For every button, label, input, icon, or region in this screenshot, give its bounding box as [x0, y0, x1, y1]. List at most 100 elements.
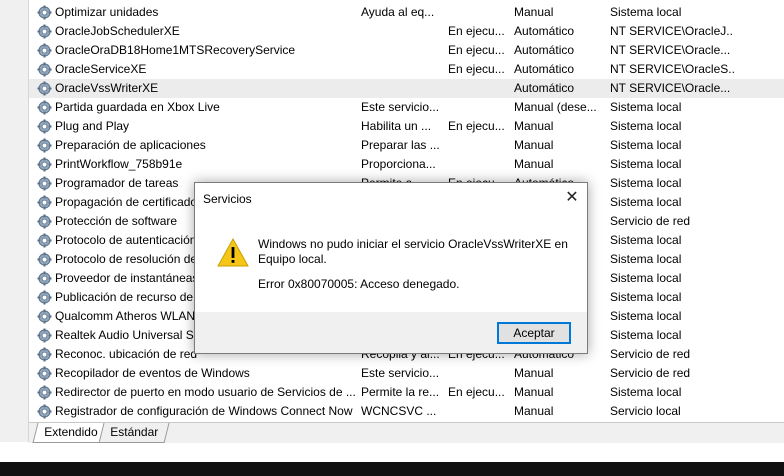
service-logon-as: Sistema local [610, 290, 682, 304]
service-name: Redirector de puerto en modo usuario de … [55, 385, 356, 399]
service-name: Optimizar unidades [55, 5, 159, 19]
service-gear-icon [37, 252, 52, 267]
service-row[interactable]: Optimizar unidades Ayuda al eq... Manual Si… [29, 3, 784, 22]
service-description: Permite la re... [361, 385, 440, 399]
dialog-footer: Aceptar [195, 312, 587, 353]
service-gear-icon [37, 43, 52, 58]
service-logon-as: Sistema local [610, 195, 682, 209]
service-row[interactable]: Preparación de aplicaciones Preparar las … [29, 136, 784, 155]
tree-pane-edge [0, 0, 29, 442]
service-row[interactable]: PrintWorkflow_758b91e Proporciona... Manua… [29, 155, 784, 174]
service-logon-as: NT SERVICE\OracleS... [610, 62, 734, 76]
service-name: Recopilador de eventos de Windows [55, 366, 250, 380]
taskbar [0, 462, 784, 476]
service-gear-icon [37, 195, 52, 210]
service-logon-as: Sistema local [610, 309, 682, 323]
service-name: PrintWorkflow_758b91e [55, 157, 183, 171]
service-logon-as: Sistema local [610, 5, 682, 19]
service-gear-icon [37, 24, 52, 39]
service-gear-icon [37, 81, 52, 96]
service-row[interactable]: Partida guardada en Xbox Live Este servic… [29, 98, 784, 117]
service-gear-icon [37, 138, 52, 153]
service-name: OracleOraDB18Home1MTSRecoveryService [55, 43, 296, 57]
service-logon-as: Servicio de red [610, 347, 691, 361]
service-logon-as: Sistema local [610, 157, 682, 171]
dialog-error-code: Error 0x80070005: Acceso denegado. [258, 277, 460, 291]
close-icon[interactable]: ✕ [557, 183, 587, 213]
dialog-title: Servicios [203, 192, 252, 206]
service-gear-icon [37, 404, 52, 419]
service-status: En ejecu... [448, 62, 505, 76]
service-logon-as: Sistema local [610, 328, 682, 342]
service-description: Este servicio... [361, 366, 440, 380]
service-name: Registrador de configuración de Windows … [55, 404, 353, 418]
service-description: Este servicio... [361, 100, 440, 114]
service-gear-icon [37, 5, 52, 20]
service-logon-as: Servicio de red [610, 214, 691, 228]
service-logon-as: Sistema local [610, 385, 682, 399]
service-row[interactable]: Redirector de puerto en modo usuario de … [29, 383, 784, 402]
service-name: Plug and Play [55, 119, 130, 133]
service-gear-icon [37, 347, 52, 362]
service-logon-as: Sistema local [610, 138, 682, 152]
service-status: En ejecu... [448, 43, 505, 57]
service-logon-as: Servicio local [610, 404, 681, 418]
service-logon-as: Sistema local [610, 252, 682, 266]
service-logon-as: Sistema local [610, 176, 682, 190]
service-status: En ejecu... [448, 119, 505, 133]
service-startup-type: Automático [514, 62, 575, 76]
service-startup-type: Manual [514, 385, 554, 399]
service-startup-type: Automático [514, 24, 575, 38]
service-gear-icon [37, 214, 52, 229]
tab-standard[interactable]: Estándar [98, 423, 170, 443]
service-startup-type: Automático [514, 81, 575, 95]
service-status: En ejecu... [448, 385, 505, 399]
service-gear-icon [37, 309, 52, 324]
service-startup-type: Manual [514, 404, 554, 418]
service-row[interactable]: Plug and Play Habilita un ... En ejecu... M… [29, 117, 784, 136]
service-logon-as: NT SERVICE\OracleJ... [610, 24, 734, 38]
service-description: WCNCSVC ... [361, 404, 437, 418]
service-gear-icon [37, 328, 52, 343]
service-row[interactable]: OracleOraDB18Home1MTSRecoveryService En e… [29, 41, 784, 60]
service-row[interactable]: Registrador de configuración de Windows … [29, 402, 784, 421]
service-startup-type: Automático [514, 43, 575, 57]
dialog-message: Windows no pudo iniciar el servicio Orac… [258, 237, 568, 266]
service-row[interactable]: OracleJobSchedulerXE En ejecu... Automátic… [29, 22, 784, 41]
service-name: OracleVssWriterXE [55, 81, 159, 95]
service-logon-as: Sistema local [610, 100, 682, 114]
service-logon-as: Sistema local [610, 271, 682, 285]
service-description: Habilita un ... [361, 119, 432, 133]
service-startup-type: Manual [514, 366, 554, 380]
service-gear-icon [37, 366, 52, 381]
service-logon-as: NT SERVICE\Oracle... [610, 81, 731, 95]
service-description: Preparar las ... [361, 138, 440, 152]
service-name: Partida guardada en Xbox Live [55, 100, 220, 114]
tab-extended[interactable]: Extendido [32, 423, 109, 443]
service-logon-as: NT SERVICE\Oracle... [610, 43, 731, 57]
warning-icon [217, 237, 249, 267]
service-startup-type: Manual (dese... [514, 100, 597, 114]
service-startup-type: Manual [514, 5, 554, 19]
service-startup-type: Manual [514, 119, 554, 133]
service-row[interactable]: OracleServiceXE En ejecu... Automático NT S… [29, 60, 784, 79]
service-startup-type: Manual [514, 157, 554, 171]
service-gear-icon [37, 271, 52, 286]
service-name: OracleJobSchedulerXE [55, 24, 180, 38]
service-gear-icon [37, 157, 52, 172]
service-gear-icon [37, 62, 52, 77]
accept-button[interactable]: Aceptar [497, 322, 571, 344]
service-description: Proporciona... [361, 157, 436, 171]
view-tabs: Extendido Estándar [29, 422, 784, 443]
service-logon-as: Sistema local [610, 119, 682, 133]
service-gear-icon [37, 290, 52, 305]
service-name: Preparación de aplicaciones [55, 138, 206, 152]
service-gear-icon [37, 176, 52, 191]
service-name: OracleServiceXE [55, 62, 147, 76]
service-startup-type: Manual [514, 138, 554, 152]
error-dialog: Servicios ✕ Windows no pudo iniciar el s… [194, 182, 588, 354]
service-gear-icon [37, 119, 52, 134]
service-row[interactable]: Recopilador de eventos de Windows Este se… [29, 364, 784, 383]
service-gear-icon [37, 385, 52, 400]
service-row[interactable]: OracleVssWriterXE Automático NT SERVICE\Or… [29, 79, 784, 98]
